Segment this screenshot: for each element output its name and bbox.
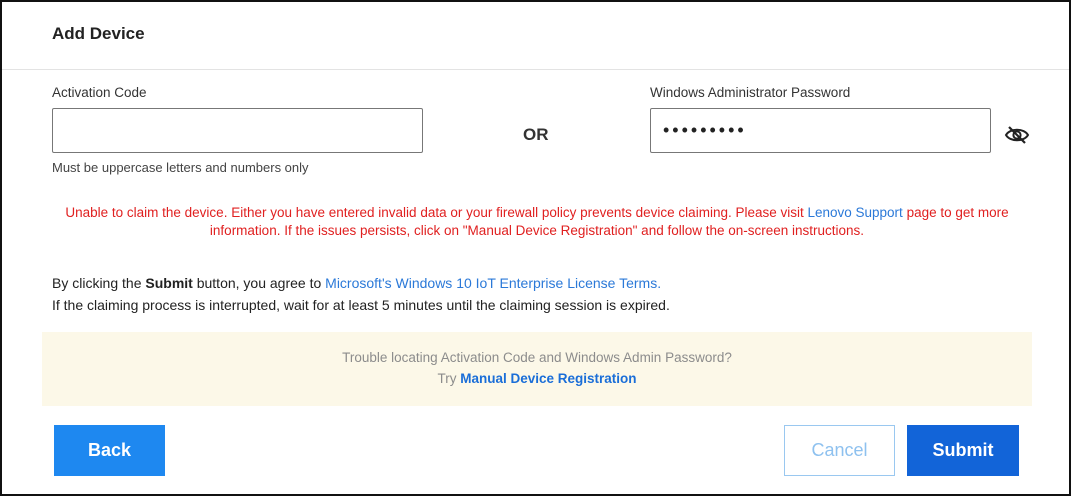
terms-line-1: By clicking the Submit button, you agree… (52, 272, 670, 294)
error-message: Unable to claim the device. Either you h… (42, 204, 1032, 240)
terms-middle: button, you agree to (192, 275, 326, 291)
manual-registration-link[interactable]: Manual Device Registration (460, 371, 636, 386)
cancel-button[interactable]: Cancel (784, 425, 895, 476)
terms-prefix: By clicking the (52, 275, 146, 291)
admin-password-input[interactable] (650, 108, 991, 153)
eye-slash-icon[interactable] (1004, 124, 1030, 146)
add-device-dialog: Add Device Activation Code Must be upper… (0, 0, 1071, 496)
terms-notice: By clicking the Submit button, you agree… (52, 272, 670, 316)
activation-code-input[interactable] (52, 108, 423, 153)
terms-line-2: If the claiming process is interrupted, … (52, 297, 670, 313)
trouble-question: Trouble locating Activation Code and Win… (342, 350, 732, 365)
license-terms-link[interactable]: Microsoft's Windows 10 IoT Enterprise Li… (325, 275, 661, 291)
trouble-notice: Trouble locating Activation Code and Win… (42, 332, 1032, 406)
back-button[interactable]: Back (54, 425, 165, 476)
admin-password-label: Windows Administrator Password (650, 85, 851, 100)
activation-code-label: Activation Code (52, 85, 147, 100)
trouble-try-text: Try (437, 371, 461, 386)
activation-code-hint: Must be uppercase letters and numbers on… (52, 160, 309, 175)
or-separator: OR (523, 125, 549, 144)
dialog-title: Add Device (52, 24, 145, 43)
terms-submit-word: Submit (145, 275, 193, 291)
error-text-start: Unable to claim the device. Either you h… (65, 205, 808, 220)
submit-button[interactable]: Submit (907, 425, 1019, 476)
lenovo-support-link[interactable]: Lenovo Support (807, 205, 902, 220)
trouble-try-line: Try Manual Device Registration (42, 371, 1032, 386)
dialog-header: Add Device (2, 2, 1069, 70)
